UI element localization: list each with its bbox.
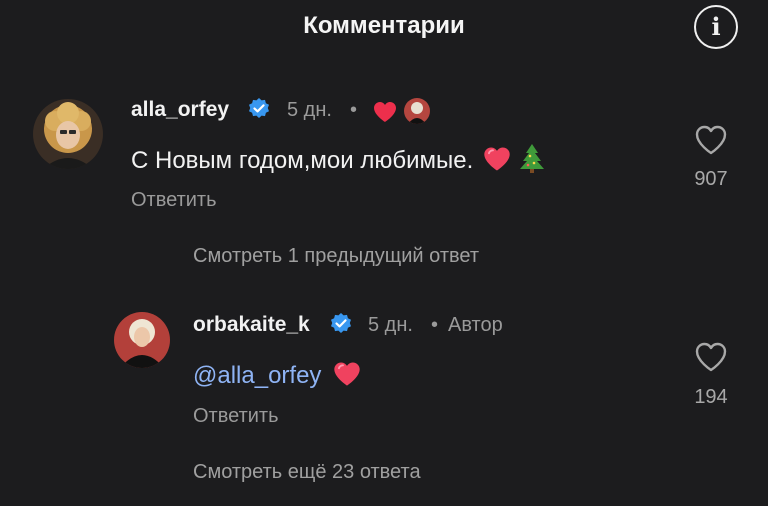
comment-username[interactable]: alla_orfey [131, 98, 229, 122]
heart-emoji [484, 147, 510, 171]
mention-link[interactable]: @alla_orfey [193, 362, 321, 389]
comment-text: С Новым годом,мои любимые. [131, 143, 545, 175]
heart-emoji [334, 362, 360, 386]
verified-badge-icon [249, 98, 269, 118]
avatar[interactable] [114, 312, 170, 368]
meta-separator: • [350, 99, 358, 121]
comment-username[interactable]: orbakaite_k [193, 313, 310, 337]
meta-separator: • [431, 314, 439, 336]
reply-button[interactable]: Ответить [131, 189, 217, 212]
author-badge: Автор [448, 314, 503, 336]
like-count: 194 [694, 386, 728, 408]
comment-text: @alla_orfey [193, 360, 362, 390]
like-heart-icon[interactable] [694, 341, 728, 373]
author-liked-heart-icon [374, 102, 396, 122]
reply-button[interactable]: Ответить [193, 405, 279, 428]
avatar[interactable] [33, 99, 103, 169]
like-count: 907 [694, 168, 728, 190]
info-icon[interactable]: i [694, 5, 738, 49]
author-avatar-mini [404, 98, 430, 124]
view-previous-replies-link[interactable]: Смотреть 1 предыдущий ответ [193, 245, 479, 268]
comment-time: 5 дн. [368, 314, 413, 336]
verified-badge-icon [331, 313, 351, 333]
comment-time: 5 дн. [287, 99, 332, 121]
header: Комментарии i [0, 0, 768, 60]
christmas-tree-emoji [519, 144, 544, 173]
like-heart-icon[interactable] [694, 124, 728, 156]
view-more-replies-link[interactable]: Смотреть ещё 23 ответа [193, 461, 421, 484]
page-title: Комментарии [303, 12, 465, 39]
